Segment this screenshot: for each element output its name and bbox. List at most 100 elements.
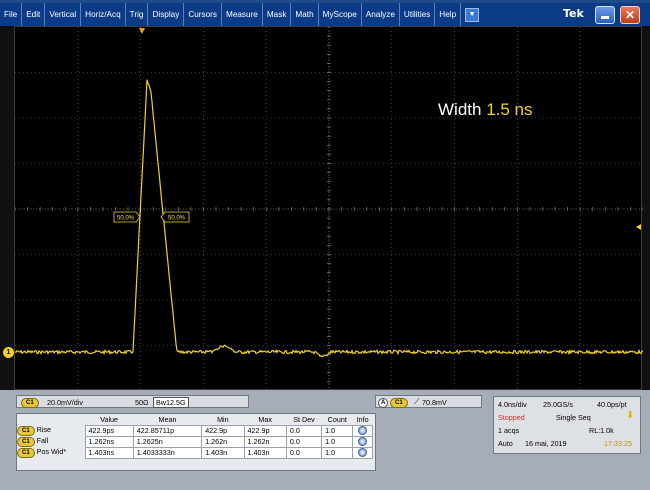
info-icon[interactable] — [358, 437, 368, 447]
graticule-grid — [15, 27, 643, 391]
marker-50-right-label: 50.0% — [168, 216, 186, 222]
timebase: 4.0ns/div — [498, 400, 527, 409]
close-icon[interactable]: ✕ — [620, 6, 640, 24]
menu-dropdown-icon[interactable]: ▼ — [465, 7, 480, 22]
menu-measure[interactable]: Measure — [222, 3, 263, 26]
col-stdev: St Dev — [293, 414, 315, 424]
channel-badge: C1 — [21, 398, 39, 408]
cell-mean: 1.4033333n — [132, 446, 203, 459]
cell-min: 422.9p — [201, 424, 245, 437]
cell-max: 422.9p — [243, 424, 287, 437]
menu-myscope[interactable]: MyScope — [319, 3, 362, 26]
channel-1-marker[interactable]: 1 — [3, 347, 14, 358]
col-mean: Mean — [158, 414, 177, 424]
acquisition-time: 17:33:25 — [604, 439, 632, 448]
cell-min: 1.262n — [201, 435, 245, 448]
trigger-mode: Auto — [498, 439, 513, 448]
marker-50-left-label: 50.0% — [117, 216, 135, 222]
menu-trig[interactable]: Trig — [126, 3, 149, 26]
cell-count: 1.0 — [321, 446, 354, 459]
menu-edit[interactable]: Edit — [22, 3, 46, 26]
acquisition-mode: Single Seq — [556, 413, 591, 422]
info-icon[interactable] — [358, 426, 368, 436]
menu-mask[interactable]: Mask — [263, 3, 292, 26]
trigger-a-badge: A — [378, 398, 389, 408]
resolution: 40.0ps/pt — [597, 400, 627, 409]
bandwidth-field[interactable]: Bw12.5G — [153, 397, 189, 408]
col-info: Info — [356, 414, 369, 424]
cell-stdev: 0.0 — [285, 435, 323, 448]
bandwidth-icon: Bw — [156, 398, 166, 407]
cell-info — [352, 424, 373, 437]
measurement-name: Pos Wid* — [36, 447, 67, 456]
cell-value: 422.9ps — [84, 424, 134, 437]
menu-horiz-acq[interactable]: Horiz/Acq — [81, 3, 126, 26]
cell-count: 1.0 — [321, 424, 354, 437]
info-icon[interactable] — [358, 448, 368, 458]
row-channel-badge: C1 — [17, 426, 35, 436]
cell-mean: 1.2625n — [132, 435, 203, 448]
col-value: Value — [100, 414, 119, 424]
row-channel-badge: C1 — [17, 437, 35, 447]
cell-count: 1.0 — [321, 435, 354, 448]
waveform-display[interactable]: 50.0% 50.0% Width 1.5 ns — [14, 26, 643, 391]
trigger-slope-icon: ⟋ — [414, 397, 420, 406]
menu-analyze[interactable]: Analyze — [362, 3, 400, 26]
acquisition-count: 1 acqs — [498, 426, 520, 435]
marker-50-right: 50.0% — [160, 211, 190, 223]
measurement-row-pos-width[interactable]: C1 Pos Wid* 1.403ns 1.4033333n 1.403n 1.… — [17, 446, 373, 459]
graticule: 50.0% 50.0% — [15, 27, 643, 391]
measurement-name: Rise — [36, 425, 52, 434]
menu-help[interactable]: Help — [435, 3, 462, 26]
cell-mean: 422.85711p — [132, 424, 203, 437]
cell-max: 1.262n — [243, 435, 287, 448]
vertical-scale: 20.0mV/div — [47, 398, 83, 407]
measurement-row-fall[interactable]: C1 Fall 1.262ns 1.2625n 1.262n 1.262n 0.… — [17, 435, 373, 448]
menu-cursors[interactable]: Cursors — [184, 3, 222, 26]
cell-stdev: 0.0 — [285, 446, 323, 459]
col-max: Max — [258, 414, 273, 424]
width-annotation: Width 1.5 ns — [438, 100, 533, 120]
menu-list: File Edit Vertical Horiz/Acq Trig Displa… — [0, 3, 480, 26]
menu-display[interactable]: Display — [148, 3, 185, 26]
trigger-readout[interactable]: A C1 ⟋ 70.8mV — [375, 395, 482, 408]
menu-bar: File Edit Vertical Horiz/Acq Trig Displa… — [0, 3, 650, 26]
width-label: Width — [438, 100, 482, 119]
oscilloscope-app: File Edit Vertical Horiz/Acq Trig Displa… — [0, 0, 650, 490]
minimize-icon[interactable] — [595, 6, 615, 24]
impedance: 50Ω — [135, 398, 149, 407]
menu-math[interactable]: Math — [291, 3, 319, 26]
cell-value: 1.262ns — [84, 435, 134, 448]
cell-min: 1.403n — [201, 446, 245, 459]
record-length: RL:1.0k — [589, 426, 614, 435]
menu-file[interactable]: File — [0, 3, 23, 26]
acquisition-state: Stopped — [498, 413, 525, 422]
brand-logo: Tek — [563, 7, 584, 20]
menu-vertical[interactable]: Vertical — [45, 3, 82, 26]
col-count: Count — [327, 414, 347, 424]
trigger-level-icon — [636, 224, 641, 230]
row-channel-badge: C1 — [17, 448, 35, 458]
trigger-source-badge: C1 — [390, 398, 408, 408]
acquisition-panel[interactable]: 4.0ns/div 25.0GS/s 40.0ps/pt Stopped Sin… — [493, 396, 641, 454]
cell-max: 1.403n — [243, 446, 287, 459]
measurement-table[interactable]: Value Mean Min Max St Dev Count Info C1 … — [16, 413, 376, 471]
measurement-name: Fall — [36, 436, 49, 445]
menu-utilities[interactable]: Utilities — [400, 3, 436, 26]
cell-stdev: 0.0 — [285, 424, 323, 437]
col-min: Min — [217, 414, 229, 424]
cell-value: 1.403ns — [84, 446, 134, 459]
trigger-position-icon — [139, 28, 145, 34]
width-value: 1.5 ns — [486, 100, 533, 119]
measurement-row-rise[interactable]: C1 Rise 422.9ps 422.85711p 422.9p 422.9p… — [17, 424, 373, 437]
acquisition-date: 16 mai, 2019 — [525, 439, 567, 448]
cell-info — [352, 446, 373, 459]
left-gutter — [0, 26, 14, 390]
right-gutter — [642, 26, 650, 390]
sample-rate: 25.0GS/s — [543, 400, 573, 409]
marker-50-left: 50.0% — [113, 211, 141, 223]
trigger-level: 70.8mV — [422, 398, 447, 407]
cell-info — [352, 435, 373, 448]
channel-readout[interactable]: C1 20.0mV/div 50Ω Bw12.5G — [16, 395, 249, 408]
bandwidth-value: 12.5G — [166, 398, 186, 407]
